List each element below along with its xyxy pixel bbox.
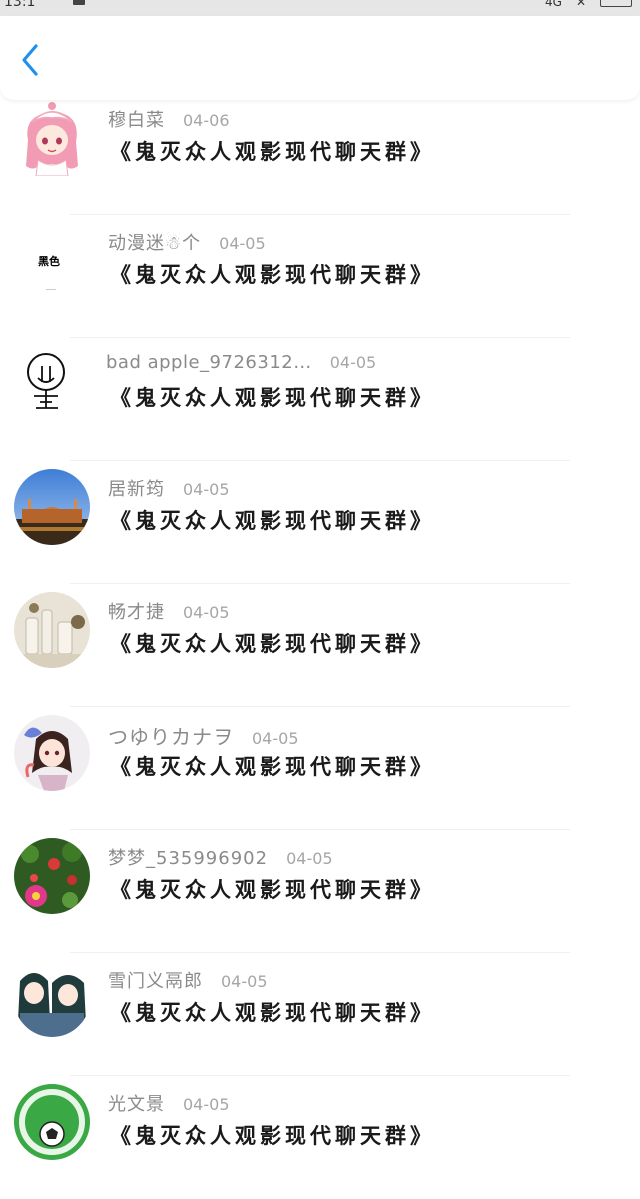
reply-message: 《鬼灭众人观影现代聊天群》	[110, 631, 435, 656]
reply-message: 《鬼灭众人观影现代聊天群》	[110, 877, 435, 902]
meta-line: つゆりカナヲ 04-05	[108, 721, 299, 750]
black-text-avatar-icon: 黑色	[14, 223, 90, 299]
reply-date: 04-05	[329, 353, 377, 372]
meta-line: 雪门义鬲郎 04-05	[108, 967, 268, 993]
status-time: 13:1	[4, 0, 36, 10]
reply-date: 04-05	[183, 480, 230, 499]
anime-twins-icon	[14, 961, 90, 1037]
status-left: 13:1	[0, 0, 86, 10]
username[interactable]: bad apple_9726312…	[106, 352, 312, 373]
avatar[interactable]	[14, 592, 90, 668]
meta-line: 穆白菜 04-06	[108, 106, 230, 132]
list-item[interactable]: 畅才捷 04-05 《鬼灭众人观影现代聊天群》	[0, 584, 640, 707]
reply-message: 《鬼灭众人观影现代聊天群》	[110, 508, 435, 533]
battery-icon	[600, 0, 632, 7]
network-label: 4G	[545, 0, 562, 9]
reply-date: 04-05	[219, 234, 266, 253]
reply-date: 04-06	[183, 111, 230, 130]
status-right: 4G ✕	[545, 0, 632, 10]
avatar[interactable]: 黑色	[14, 223, 90, 299]
username[interactable]: 动漫迷☃个	[108, 229, 201, 255]
avatar[interactable]	[14, 838, 90, 914]
anime-girl-butterfly-icon	[14, 715, 90, 791]
meta-line: 动漫迷☃个 04-05	[108, 229, 266, 255]
avatar[interactable]	[14, 961, 90, 1037]
flowers-photo-icon	[14, 838, 90, 914]
avatar-text: 黑色	[38, 255, 60, 268]
avatar[interactable]	[14, 346, 90, 422]
avatar[interactable]	[14, 100, 90, 176]
list-item[interactable]: 居新筠 04-05 《鬼灭众人观影现代聊天群》	[0, 461, 640, 584]
list-item[interactable]: つゆりカナヲ 04-05 《鬼灭众人观影现代聊天群》	[0, 707, 640, 830]
reply-date: 04-05	[221, 972, 268, 991]
reply-message: 《鬼灭众人观影现代聊天群》	[110, 1123, 435, 1148]
avatar[interactable]	[14, 469, 90, 545]
meta-line: 畅才捷 04-05	[108, 598, 230, 624]
list-item[interactable]: 梦梦_535996902 04-05 《鬼灭众人观影现代聊天群》	[0, 830, 640, 953]
avatar[interactable]	[14, 1084, 90, 1160]
list-item[interactable]: 穆白菜 04-06 《鬼灭众人观影现代聊天群》	[0, 92, 640, 215]
reply-message: 《鬼灭众人观影现代聊天群》	[110, 1000, 435, 1025]
reply-message: 《鬼灭众人观影现代聊天群》	[110, 262, 435, 287]
mosque-photo-icon	[14, 469, 90, 545]
username[interactable]: 光文景	[108, 1090, 165, 1116]
list-item[interactable]: 雪门义鬲郎 04-05 《鬼灭众人观影现代聊天群》	[0, 953, 640, 1076]
list-item[interactable]: bad apple_9726312… 04-05 《鬼灭众人观影现代聊天群》	[0, 338, 640, 461]
reply-date: 04-05	[286, 849, 333, 868]
meta-line: 居新筠 04-05	[108, 475, 230, 501]
stick-figure-icon	[14, 346, 90, 422]
username[interactable]: つゆりカナヲ	[108, 721, 234, 750]
reply-message: 《鬼灭众人观影现代聊天群》	[110, 139, 435, 164]
top-nav-bar	[0, 16, 640, 100]
signal-icon: ✕	[575, 0, 586, 9]
username[interactable]: 居新筠	[108, 475, 165, 501]
avatar[interactable]	[14, 715, 90, 791]
username[interactable]: 雪门义鬲郎	[108, 967, 203, 993]
reply-date: 04-05	[183, 1095, 230, 1114]
reply-message: 《鬼灭众人观影现代聊天群》	[110, 754, 435, 779]
reply-date: 04-05	[252, 729, 299, 748]
back-button[interactable]	[10, 40, 50, 80]
status-bar: 13:1 4G ✕	[0, 0, 640, 16]
reply-message: 《鬼灭众人观影现代聊天群》	[110, 385, 435, 410]
username[interactable]: 梦梦_535996902	[108, 844, 268, 870]
username[interactable]: 穆白菜	[108, 106, 165, 132]
chevron-left-icon	[22, 44, 38, 76]
username[interactable]: 畅才捷	[108, 598, 165, 624]
anime-girl-avatar-icon	[14, 100, 90, 176]
list-item[interactable]: 黑色 动漫迷☃个 04-05 《鬼灭众人观影现代聊天群》	[0, 215, 640, 338]
reply-date: 04-05	[183, 603, 230, 622]
meta-line: 光文景 04-05	[108, 1090, 230, 1116]
soccer-ball-icon	[14, 1084, 90, 1160]
meta-line: bad apple_9726312… 04-05	[106, 352, 376, 373]
meta-line: 梦梦_535996902 04-05	[108, 844, 333, 870]
notification-icon	[73, 0, 86, 5]
bottles-photo-icon	[14, 592, 90, 668]
